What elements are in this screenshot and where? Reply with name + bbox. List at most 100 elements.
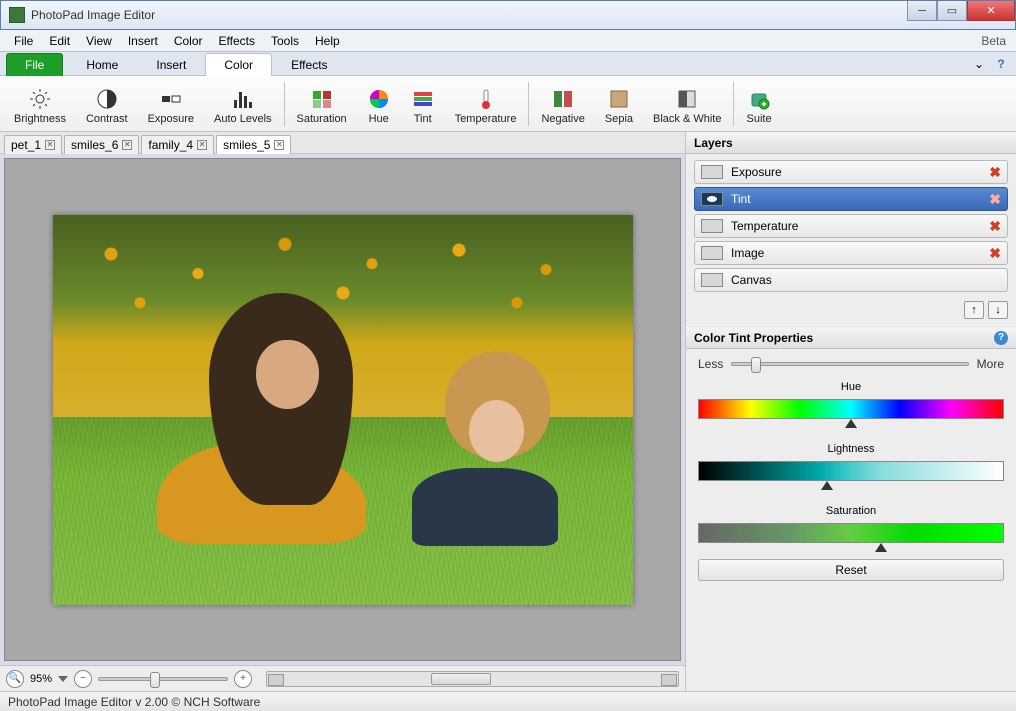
negative-icon: [551, 87, 575, 111]
doc-tab-smiles5[interactable]: smiles_5✕: [216, 135, 291, 154]
toolbar-separator: [528, 82, 529, 126]
zoom-tool-icon[interactable]: 🔍: [6, 670, 24, 688]
chevron-down-icon[interactable]: ⌄: [970, 55, 988, 73]
layer-canvas[interactable]: Canvas✖: [694, 268, 1008, 292]
close-button[interactable]: ✕: [967, 1, 1015, 21]
delete-layer-icon[interactable]: ✖: [989, 164, 1001, 181]
layer-image[interactable]: Image✖: [694, 241, 1008, 265]
menu-color[interactable]: Color: [166, 32, 211, 50]
zoom-dropdown-icon[interactable]: [58, 676, 68, 682]
layer-exposure[interactable]: Exposure✖: [694, 160, 1008, 184]
horizontal-scrollbar[interactable]: [266, 671, 679, 687]
toolbar-separator: [284, 82, 285, 126]
tool-temperature[interactable]: Temperature: [445, 81, 527, 127]
menu-tools[interactable]: Tools: [263, 32, 307, 50]
move-layer-down-button[interactable]: ↓: [988, 301, 1008, 319]
delete-layer-icon[interactable]: ✖: [989, 218, 1001, 235]
tint-icon: [411, 87, 435, 111]
tool-hue[interactable]: Hue: [357, 81, 401, 127]
ribbon-tab-home[interactable]: Home: [67, 53, 137, 76]
layer-visible-icon: [701, 192, 723, 206]
zoom-slider[interactable]: [98, 677, 228, 681]
tool-autolevels[interactable]: Auto Levels: [204, 81, 281, 127]
layer-thumb-icon: [701, 219, 723, 233]
ribbon-tab-effects[interactable]: Effects: [272, 53, 346, 76]
minimize-button[interactable]: ─: [907, 1, 937, 21]
layer-thumb-icon: [701, 273, 723, 287]
doc-tab-smiles6[interactable]: smiles_6✕: [64, 135, 139, 154]
layer-tint[interactable]: Tint✖: [694, 187, 1008, 211]
color-toolbar: Brightness Contrast Exposure Auto Levels…: [0, 76, 1016, 132]
menu-help[interactable]: Help: [307, 32, 348, 50]
help-icon[interactable]: ?: [992, 55, 1010, 73]
canvas-area: pet_1✕ smiles_6✕ family_4✕ smiles_5✕ 🔍 9…: [0, 132, 686, 691]
doc-tab-pet1[interactable]: pet_1✕: [4, 135, 62, 154]
toolbar-separator: [733, 82, 734, 126]
blackwhite-icon: [675, 87, 699, 111]
layer-temperature[interactable]: Temperature✖: [694, 214, 1008, 238]
status-bar: PhotoPad Image Editor v 2.00 © NCH Softw…: [0, 691, 1016, 711]
menu-effects[interactable]: Effects: [211, 32, 263, 50]
beta-label: Beta: [981, 34, 1016, 48]
properties-header: Color Tint Properties ?: [686, 327, 1016, 349]
close-icon[interactable]: ✕: [274, 140, 284, 150]
less-label: Less: [698, 357, 723, 371]
hue-slider[interactable]: [698, 399, 1004, 419]
canvas-viewport[interactable]: [4, 158, 681, 661]
properties-help-icon[interactable]: ?: [994, 331, 1008, 345]
photo-canvas: [53, 215, 633, 605]
tool-contrast[interactable]: Contrast: [76, 81, 138, 127]
hue-label: Hue: [698, 381, 1004, 393]
workspace: pet_1✕ smiles_6✕ family_4✕ smiles_5✕ 🔍 9…: [0, 132, 1016, 691]
tool-sepia[interactable]: Sepia: [595, 81, 643, 127]
tint-properties: Less More Hue Lightness Saturation Reset: [686, 349, 1016, 691]
zoom-bar: 🔍 95% − +: [0, 665, 685, 691]
saturation-icon: [310, 87, 334, 111]
zoom-out-icon[interactable]: −: [74, 670, 92, 688]
menu-edit[interactable]: Edit: [41, 32, 78, 50]
move-layer-up-button[interactable]: ↑: [964, 301, 984, 319]
ribbon-tabs: File Home Insert Color Effects ⌄ ?: [0, 52, 1016, 76]
side-panel: Layers Exposure✖ Tint✖ Temperature✖ Imag…: [686, 132, 1016, 691]
sepia-icon: [607, 87, 631, 111]
tool-blackwhite[interactable]: Black & White: [643, 81, 731, 127]
reset-button[interactable]: Reset: [698, 559, 1004, 581]
doc-tab-family4[interactable]: family_4✕: [141, 135, 214, 154]
ribbon-tab-insert[interactable]: Insert: [137, 53, 205, 76]
temperature-icon: [474, 87, 498, 111]
delete-layer-icon[interactable]: ✖: [989, 245, 1001, 262]
ribbon-tab-color[interactable]: Color: [205, 53, 272, 76]
maximize-button[interactable]: ▭: [937, 1, 967, 21]
layers-header: Layers: [686, 132, 1016, 154]
tool-saturation[interactable]: Saturation: [287, 81, 357, 127]
app-icon: [9, 7, 25, 23]
autolevels-icon: [231, 87, 255, 111]
contrast-icon: [95, 87, 119, 111]
tool-suite[interactable]: Suite: [736, 81, 781, 127]
close-icon[interactable]: ✕: [122, 140, 132, 150]
saturation-label: Saturation: [698, 505, 1004, 517]
tool-brightness[interactable]: Brightness: [4, 81, 76, 127]
menu-file[interactable]: File: [6, 32, 41, 50]
close-icon[interactable]: ✕: [197, 140, 207, 150]
tool-exposure[interactable]: Exposure: [138, 81, 204, 127]
saturation-slider[interactable]: [698, 523, 1004, 543]
layer-order-controls: ↑ ↓: [686, 297, 1016, 327]
ribbon-tab-file[interactable]: File: [6, 53, 63, 76]
zoom-in-icon[interactable]: +: [234, 670, 252, 688]
tool-tint[interactable]: Tint: [401, 81, 445, 127]
menu-view[interactable]: View: [78, 32, 120, 50]
lightness-slider[interactable]: [698, 461, 1004, 481]
intensity-slider[interactable]: [731, 362, 968, 366]
exposure-icon: [159, 87, 183, 111]
tool-negative[interactable]: Negative: [531, 81, 594, 127]
menu-insert[interactable]: Insert: [120, 32, 166, 50]
window-title: PhotoPad Image Editor: [31, 8, 155, 22]
layer-thumb-icon: [701, 165, 723, 179]
title-bar: PhotoPad Image Editor ─ ▭ ✕: [0, 0, 1016, 30]
delete-layer-icon[interactable]: ✖: [989, 191, 1001, 208]
hue-icon: [367, 87, 391, 111]
more-label: More: [977, 357, 1004, 371]
close-icon[interactable]: ✕: [45, 140, 55, 150]
document-tabs: pet_1✕ smiles_6✕ family_4✕ smiles_5✕: [0, 132, 685, 154]
